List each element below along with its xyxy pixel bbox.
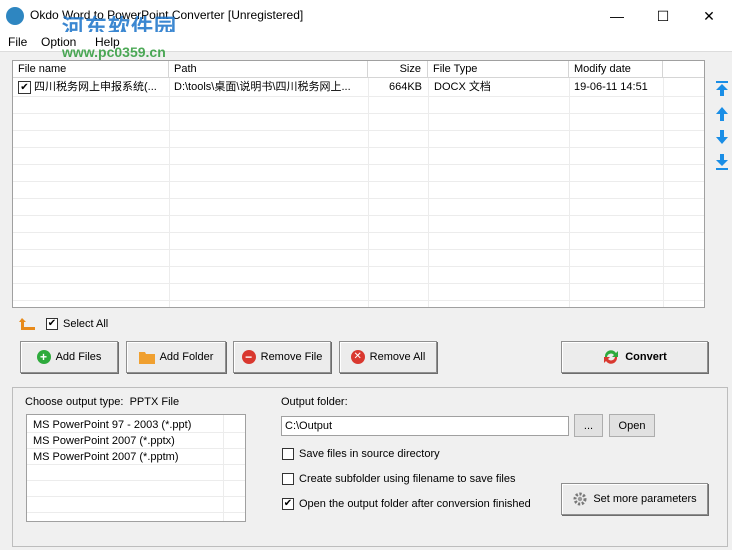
grid-line (13, 113, 704, 114)
app-logo-icon (6, 7, 24, 25)
browse-button[interactable]: ... (574, 414, 603, 437)
output-type-option[interactable]: MS PowerPoint 2007 (*.pptx) (33, 435, 175, 447)
watermark-url: www.pc0359.cn (62, 44, 166, 60)
arrow-down-icon (716, 130, 728, 144)
arrow-up-icon (716, 107, 728, 121)
cell-size: 664KB (388, 81, 422, 93)
save-in-source-label: Save files in source directory (299, 448, 440, 460)
move-down-button[interactable] (714, 128, 730, 146)
output-type-option[interactable]: MS PowerPoint 2007 (*.pptm) (33, 451, 179, 463)
grid-line (13, 215, 704, 216)
grid-line (13, 164, 704, 165)
row-checkbox[interactable]: ✔ (18, 81, 31, 94)
remove-all-red-icon: ✕ (350, 350, 365, 364)
add-folder-label: Add Folder (159, 351, 214, 363)
grid-line (13, 283, 704, 284)
remove-all-button[interactable]: ✕ Remove All (339, 341, 437, 373)
add-files-button[interactable]: + Add Files (20, 341, 118, 373)
add-files-label: Add Files (55, 351, 102, 363)
move-bottom-button[interactable] (714, 153, 730, 171)
output-type-label: Choose output type: PPTX File (25, 396, 179, 408)
file-list-header: File name Path Size File Type Modify dat… (13, 61, 704, 78)
add-folder-button[interactable]: Add Folder (126, 341, 226, 373)
column-header-size[interactable]: Size (368, 61, 428, 78)
convert-button[interactable]: Convert (561, 341, 708, 373)
move-top-button[interactable] (714, 80, 730, 98)
grid-line (13, 181, 704, 182)
grid-line (13, 300, 704, 301)
column-header-file-name[interactable]: File name (13, 61, 169, 78)
close-icon: ✕ (703, 7, 715, 24)
list-divider (27, 464, 245, 465)
up-level-arrow-icon (19, 318, 35, 330)
open-folder-button[interactable]: Open (609, 414, 655, 437)
maximize-icon: ☐ (656, 7, 670, 24)
cell-file-name: 四川税务网上申报系统(... (34, 81, 157, 93)
output-type-caption: Choose output type: (25, 396, 124, 408)
select-all-label: Select All (63, 318, 109, 330)
convert-label: Convert (625, 351, 667, 363)
grid-line (13, 232, 704, 233)
list-divider (223, 415, 224, 521)
grid-line (13, 249, 704, 250)
grid-line (13, 96, 704, 97)
list-divider (27, 432, 245, 433)
output-type-value: PPTX File (129, 396, 180, 408)
close-button[interactable]: ✕ (686, 0, 732, 32)
table-row[interactable]: ✔ 四川税务网上申报系统(... D:\tools\桌面\说明书\四川税务网上.… (13, 79, 704, 96)
create-subfolder-label: Create subfolder using filename to save … (299, 473, 516, 485)
arrow-to-top-icon (716, 81, 728, 96)
cell-modify-date: 19-06-11 14:51 (574, 81, 648, 93)
grid-line (13, 198, 704, 199)
output-folder-label: Output folder: (281, 396, 348, 408)
remove-file-button[interactable]: − Remove File (233, 341, 331, 373)
output-folder-input[interactable] (281, 416, 569, 436)
cell-path: D:\tools\桌面\说明书\四川税务网上... (174, 81, 351, 93)
file-list-table[interactable]: File name Path Size File Type Modify dat… (12, 60, 705, 308)
maximize-button-glyph[interactable]: ☐ (640, 0, 686, 32)
remove-all-label: Remove All (369, 351, 426, 363)
column-header-path[interactable]: Path (169, 61, 368, 78)
arrow-to-bottom-icon (716, 154, 728, 170)
save-in-source-checkbox[interactable] (282, 448, 294, 460)
list-divider (27, 480, 245, 481)
select-all-checkbox[interactable]: ✔ (46, 318, 58, 330)
move-up-button[interactable] (714, 105, 730, 123)
cell-file-type: DOCX 文档 (434, 81, 491, 93)
convert-icon (604, 350, 619, 364)
parent-folder-button[interactable] (19, 316, 37, 332)
add-green-icon: + (36, 350, 51, 364)
output-type-list[interactable]: MS PowerPoint 97 - 2003 (*.ppt) MS Power… (26, 414, 246, 522)
remove-file-label: Remove File (260, 351, 323, 363)
open-output-folder-checkbox[interactable]: ✔ (282, 498, 294, 510)
column-header-file-type[interactable]: File Type (428, 61, 569, 78)
open-output-folder-label: Open the output folder after conversion … (299, 498, 531, 510)
gear-icon (573, 492, 587, 506)
remove-red-icon: − (241, 350, 256, 364)
grid-line (13, 130, 704, 131)
grid-line (13, 266, 704, 267)
column-header-modify-date[interactable]: Modify date (569, 61, 663, 78)
set-more-parameters-button[interactable]: Set more parameters (561, 483, 708, 515)
set-more-parameters-label: Set more parameters (593, 493, 697, 505)
list-divider (27, 512, 245, 513)
grid-line (13, 147, 704, 148)
folder-icon (138, 352, 155, 364)
list-divider (27, 448, 245, 449)
output-type-option[interactable]: MS PowerPoint 97 - 2003 (*.ppt) (33, 419, 191, 431)
create-subfolder-checkbox[interactable] (282, 473, 294, 485)
minimize-icon-glyph: — (610, 8, 624, 24)
menu-file[interactable]: File (8, 35, 27, 49)
list-divider (27, 496, 245, 497)
minimize-button-alt[interactable]: — (594, 0, 640, 32)
